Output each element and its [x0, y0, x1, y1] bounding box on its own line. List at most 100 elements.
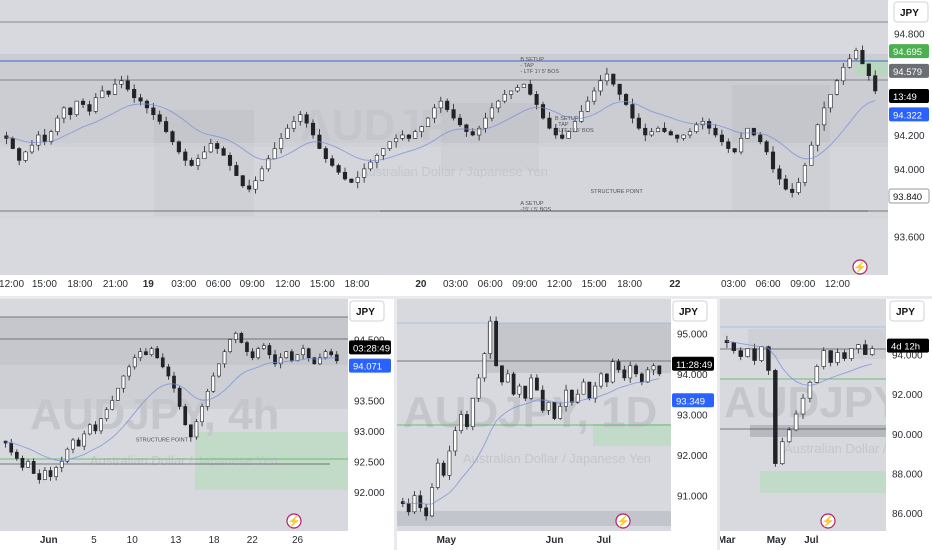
candle-body	[489, 107, 494, 119]
candle-body	[849, 348, 854, 359]
candle-body	[459, 414, 464, 431]
chart-pane-1w[interactable]: AUDJPY, 1WAustralian Dollar / Japanese Y…	[720, 299, 932, 550]
candle-body	[82, 433, 87, 447]
candle-body	[432, 107, 437, 119]
candle-body	[738, 350, 743, 357]
candle-body	[76, 439, 81, 447]
candle-body	[170, 131, 175, 143]
candle-body	[31, 461, 36, 474]
candle-body	[413, 131, 418, 139]
chart-annotation: STRUCTURE POINT	[591, 189, 644, 195]
candle-body	[745, 348, 750, 357]
chart-pane-1h[interactable]: AUDJPY Australian Dollar / Japanese Yen B …	[0, 0, 932, 296]
candle-body	[160, 357, 165, 368]
time-tick-label: May	[437, 535, 457, 546]
candle-body	[323, 351, 328, 359]
candle-body	[731, 342, 737, 351]
candle-body	[470, 397, 475, 427]
candle-body	[291, 121, 296, 129]
chart-pane-4h[interactable]: AUDJPY, 4h Australian Dollar / Japanese Y…	[0, 299, 394, 550]
candle-body	[662, 127, 667, 132]
candle-body	[164, 121, 169, 132]
candle-body	[617, 83, 622, 95]
candle-body	[256, 348, 261, 359]
candle-body	[622, 369, 627, 379]
chart-pane-1d[interactable]: AUDJPY, 1D Australian Dollar / Japanese Y…	[397, 299, 717, 550]
candle-body	[80, 100, 86, 105]
candle-body	[828, 350, 833, 363]
candle-body	[732, 148, 737, 153]
time-tick-label: 22	[669, 279, 681, 290]
candle-body	[119, 80, 124, 85]
candle-body	[278, 357, 283, 365]
price-tag-text-blue: 94.322	[893, 110, 922, 121]
candle-body	[424, 507, 429, 517]
candle-body	[842, 352, 847, 359]
candle-body	[713, 127, 718, 136]
candle-body	[430, 487, 434, 517]
candle-body	[528, 83, 533, 95]
candle-body	[569, 389, 574, 403]
candle-body	[649, 131, 654, 136]
candle-body	[470, 131, 475, 136]
chart-annotation: STRUCTURE POINT	[136, 437, 189, 443]
candle-body	[55, 117, 60, 132]
candle-body	[188, 424, 193, 438]
price-tick-label: 95.000	[677, 329, 708, 340]
time-tick-label: Jul	[804, 535, 819, 546]
candle-body	[546, 402, 551, 411]
chart-svg-1w[interactable]: AUDJPY, 1WAustralian Dollar / Japanese Y…	[720, 299, 932, 550]
candle-body	[828, 94, 833, 109]
lightning-icon-glyph: ⚡	[821, 515, 835, 528]
chart-svg-4h[interactable]: AUDJPY, 4h Australian Dollar / Japanese Y…	[0, 299, 394, 550]
time-tick-label: 03:00	[721, 279, 746, 290]
candle-body	[488, 320, 493, 354]
candle-body	[368, 161, 373, 170]
candle-body	[863, 344, 868, 355]
candle-body	[234, 165, 239, 176]
price-tag-text-support: 93.840	[893, 192, 922, 203]
chart-svg-1h[interactable]: AUDJPYAustralian Dollar / Japanese YenB …	[0, 0, 932, 296]
chart-svg-1d[interactable]: AUDJPY, 1DAustralian Dollar / Japanese Y…	[397, 299, 717, 550]
candle-body	[764, 141, 769, 153]
candle-body	[42, 134, 47, 143]
time-tick-label: 18:00	[344, 279, 369, 290]
candle-body	[9, 442, 14, 453]
candle-body	[342, 171, 348, 180]
candle-body	[675, 134, 680, 139]
candle-body	[547, 117, 552, 129]
candle-body	[657, 365, 662, 375]
candle-body	[500, 365, 504, 383]
candle-body	[151, 107, 156, 115]
price-tick-label: 92.000	[892, 390, 923, 401]
candle-body	[694, 124, 699, 132]
candle-body	[759, 346, 764, 361]
price-tag-text-blue: 94.071	[353, 362, 382, 373]
candle-body	[100, 90, 105, 99]
candle-body	[505, 373, 510, 383]
candle-body	[655, 127, 661, 132]
candle-body	[284, 351, 289, 359]
candle-body	[285, 127, 290, 139]
candle-body	[535, 377, 539, 391]
price-tick-label: 86.000	[892, 509, 923, 520]
candle-body	[758, 134, 763, 143]
currency-label: JPY	[900, 8, 919, 19]
candle-body	[834, 80, 839, 95]
candle-body	[558, 406, 563, 419]
candle-body	[17, 148, 22, 161]
candle-body	[106, 90, 111, 95]
candle-body	[552, 402, 557, 419]
candle-body	[374, 155, 379, 163]
candle-body	[29, 144, 34, 153]
time-tick-label: Jun	[546, 535, 564, 546]
candle-body	[739, 138, 744, 153]
candle-body	[205, 390, 210, 407]
candle-body	[74, 100, 79, 115]
candle-body	[87, 424, 92, 435]
candle-body	[751, 127, 756, 136]
candle-body	[604, 73, 609, 82]
candle-body	[441, 462, 446, 476]
candle-body	[643, 127, 648, 136]
candle-body	[14, 451, 19, 459]
